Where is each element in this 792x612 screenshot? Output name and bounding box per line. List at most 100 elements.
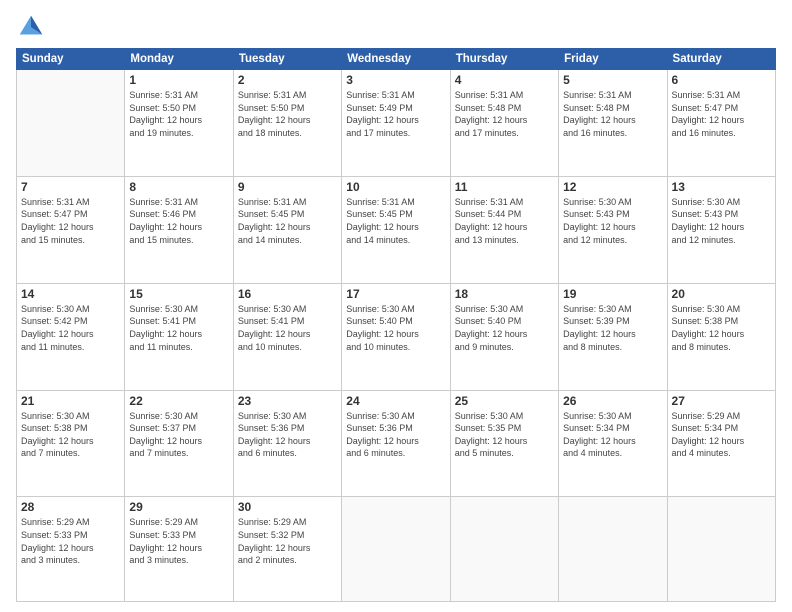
calendar-cell: 28 Sunrise: 5:29 AM Sunset: 5:33 PM Dayli… [17, 497, 125, 602]
day-info: Sunrise: 5:29 AM Sunset: 5:33 PM Dayligh… [129, 516, 228, 566]
calendar-cell: 20 Sunrise: 5:30 AM Sunset: 5:38 PM Dayli… [667, 283, 775, 390]
calendar-cell: 17 Sunrise: 5:30 AM Sunset: 5:40 PM Dayli… [342, 283, 450, 390]
calendar-cell: 12Sunrise: 5:30 AM Sunset: 5:43 PM Dayli… [559, 176, 667, 283]
calendar-cell [342, 497, 450, 602]
weekday-header-wednesday: Wednesday [342, 49, 450, 70]
day-number: 16 [238, 287, 337, 301]
day-info: Sunrise: 5:31 AM Sunset: 5:48 PM Dayligh… [455, 89, 554, 139]
calendar-header: SundayMondayTuesdayWednesdayThursdayFrid… [17, 49, 776, 70]
calendar-cell: 19 Sunrise: 5:30 AM Sunset: 5:39 PM Dayli… [559, 283, 667, 390]
day-info: Sunrise: 5:31 AM Sunset: 5:48 PM Dayligh… [563, 89, 662, 139]
calendar-cell: 15 Sunrise: 5:30 AM Sunset: 5:41 PM Dayli… [125, 283, 233, 390]
day-info: Sunrise: 5:30 AM Sunset: 5:37 PM Dayligh… [129, 410, 228, 460]
day-number: 19 [563, 287, 662, 301]
day-number: 5 [563, 73, 662, 87]
day-number: 13 [672, 180, 771, 194]
day-number: 1 [129, 73, 228, 87]
logo-icon [16, 12, 46, 42]
day-number: 18 [455, 287, 554, 301]
weekday-row: SundayMondayTuesdayWednesdayThursdayFrid… [17, 49, 776, 70]
calendar-week-1: 1 Sunrise: 5:31 AM Sunset: 5:50 PM Daylig… [17, 70, 776, 177]
day-info: Sunrise: 5:31 AM Sunset: 5:49 PM Dayligh… [346, 89, 445, 139]
calendar-cell [450, 497, 558, 602]
day-number: 20 [672, 287, 771, 301]
day-number: 23 [238, 394, 337, 408]
calendar-cell: 6Sunrise: 5:31 AM Sunset: 5:47 PM Daylig… [667, 70, 775, 177]
day-number: 24 [346, 394, 445, 408]
day-info: Sunrise: 5:30 AM Sunset: 5:42 PM Dayligh… [21, 303, 120, 353]
calendar-cell: 7Sunrise: 5:31 AM Sunset: 5:47 PM Daylig… [17, 176, 125, 283]
day-number: 29 [129, 500, 228, 514]
day-number: 28 [21, 500, 120, 514]
weekday-header-sunday: Sunday [17, 49, 125, 70]
calendar-cell [559, 497, 667, 602]
day-info: Sunrise: 5:29 AM Sunset: 5:33 PM Dayligh… [21, 516, 120, 566]
day-info: Sunrise: 5:30 AM Sunset: 5:43 PM Dayligh… [672, 196, 771, 246]
day-info: Sunrise: 5:30 AM Sunset: 5:43 PM Dayligh… [563, 196, 662, 246]
day-number: 9 [238, 180, 337, 194]
day-number: 14 [21, 287, 120, 301]
day-info: Sunrise: 5:31 AM Sunset: 5:50 PM Dayligh… [129, 89, 228, 139]
day-number: 27 [672, 394, 771, 408]
weekday-header-friday: Friday [559, 49, 667, 70]
calendar-cell: 30 Sunrise: 5:29 AM Sunset: 5:32 PM Dayli… [233, 497, 341, 602]
day-number: 4 [455, 73, 554, 87]
day-info: Sunrise: 5:31 AM Sunset: 5:50 PM Dayligh… [238, 89, 337, 139]
day-info: Sunrise: 5:31 AM Sunset: 5:44 PM Dayligh… [455, 196, 554, 246]
day-number: 10 [346, 180, 445, 194]
weekday-header-monday: Monday [125, 49, 233, 70]
day-info: Sunrise: 5:30 AM Sunset: 5:41 PM Dayligh… [238, 303, 337, 353]
day-info: Sunrise: 5:30 AM Sunset: 5:35 PM Dayligh… [455, 410, 554, 460]
calendar-table: SundayMondayTuesdayWednesdayThursdayFrid… [16, 48, 776, 602]
day-info: Sunrise: 5:31 AM Sunset: 5:45 PM Dayligh… [346, 196, 445, 246]
calendar-week-2: 7Sunrise: 5:31 AM Sunset: 5:47 PM Daylig… [17, 176, 776, 283]
calendar-cell [667, 497, 775, 602]
calendar-week-3: 14 Sunrise: 5:30 AM Sunset: 5:42 PM Dayli… [17, 283, 776, 390]
day-info: Sunrise: 5:30 AM Sunset: 5:36 PM Dayligh… [346, 410, 445, 460]
day-number: 2 [238, 73, 337, 87]
day-number: 8 [129, 180, 228, 194]
calendar-cell: 26 Sunrise: 5:30 AM Sunset: 5:34 PM Dayli… [559, 390, 667, 497]
calendar-cell: 14 Sunrise: 5:30 AM Sunset: 5:42 PM Dayli… [17, 283, 125, 390]
day-info: Sunrise: 5:30 AM Sunset: 5:34 PM Dayligh… [563, 410, 662, 460]
calendar-cell: 8 Sunrise: 5:31 AM Sunset: 5:46 PM Daylig… [125, 176, 233, 283]
day-number: 30 [238, 500, 337, 514]
calendar-cell: 2 Sunrise: 5:31 AM Sunset: 5:50 PM Daylig… [233, 70, 341, 177]
day-number: 11 [455, 180, 554, 194]
day-info: Sunrise: 5:31 AM Sunset: 5:47 PM Dayligh… [21, 196, 120, 246]
day-info: Sunrise: 5:31 AM Sunset: 5:46 PM Dayligh… [129, 196, 228, 246]
calendar-cell: 18Sunrise: 5:30 AM Sunset: 5:40 PM Dayli… [450, 283, 558, 390]
calendar-cell: 24 Sunrise: 5:30 AM Sunset: 5:36 PM Dayli… [342, 390, 450, 497]
day-info: Sunrise: 5:29 AM Sunset: 5:32 PM Dayligh… [238, 516, 337, 566]
day-number: 25 [455, 394, 554, 408]
calendar-cell: 1 Sunrise: 5:31 AM Sunset: 5:50 PM Daylig… [125, 70, 233, 177]
calendar-cell: 21 Sunrise: 5:30 AM Sunset: 5:38 PM Dayli… [17, 390, 125, 497]
day-info: Sunrise: 5:30 AM Sunset: 5:39 PM Dayligh… [563, 303, 662, 353]
calendar-cell: 16 Sunrise: 5:30 AM Sunset: 5:41 PM Dayli… [233, 283, 341, 390]
calendar-cell: 25 Sunrise: 5:30 AM Sunset: 5:35 PM Dayli… [450, 390, 558, 497]
day-info: Sunrise: 5:30 AM Sunset: 5:38 PM Dayligh… [672, 303, 771, 353]
day-number: 26 [563, 394, 662, 408]
calendar-cell: 29 Sunrise: 5:29 AM Sunset: 5:33 PM Dayli… [125, 497, 233, 602]
calendar-cell: 13 Sunrise: 5:30 AM Sunset: 5:43 PM Dayli… [667, 176, 775, 283]
header [16, 12, 776, 42]
calendar-cell [17, 70, 125, 177]
day-info: Sunrise: 5:30 AM Sunset: 5:38 PM Dayligh… [21, 410, 120, 460]
day-info: Sunrise: 5:30 AM Sunset: 5:41 PM Dayligh… [129, 303, 228, 353]
calendar-cell: 10 Sunrise: 5:31 AM Sunset: 5:45 PM Dayli… [342, 176, 450, 283]
day-number: 22 [129, 394, 228, 408]
day-info: Sunrise: 5:29 AM Sunset: 5:34 PM Dayligh… [672, 410, 771, 460]
day-info: Sunrise: 5:30 AM Sunset: 5:36 PM Dayligh… [238, 410, 337, 460]
calendar-week-4: 21 Sunrise: 5:30 AM Sunset: 5:38 PM Dayli… [17, 390, 776, 497]
day-number: 15 [129, 287, 228, 301]
calendar-cell: 3Sunrise: 5:31 AM Sunset: 5:49 PM Daylig… [342, 70, 450, 177]
day-number: 17 [346, 287, 445, 301]
calendar-week-5: 28 Sunrise: 5:29 AM Sunset: 5:33 PM Dayli… [17, 497, 776, 602]
logo-area [16, 12, 50, 42]
calendar-cell: 5 Sunrise: 5:31 AM Sunset: 5:48 PM Daylig… [559, 70, 667, 177]
calendar-cell: 22 Sunrise: 5:30 AM Sunset: 5:37 PM Dayli… [125, 390, 233, 497]
calendar-cell: 9 Sunrise: 5:31 AM Sunset: 5:45 PM Daylig… [233, 176, 341, 283]
day-info: Sunrise: 5:31 AM Sunset: 5:45 PM Dayligh… [238, 196, 337, 246]
day-number: 21 [21, 394, 120, 408]
day-info: Sunrise: 5:30 AM Sunset: 5:40 PM Dayligh… [346, 303, 445, 353]
